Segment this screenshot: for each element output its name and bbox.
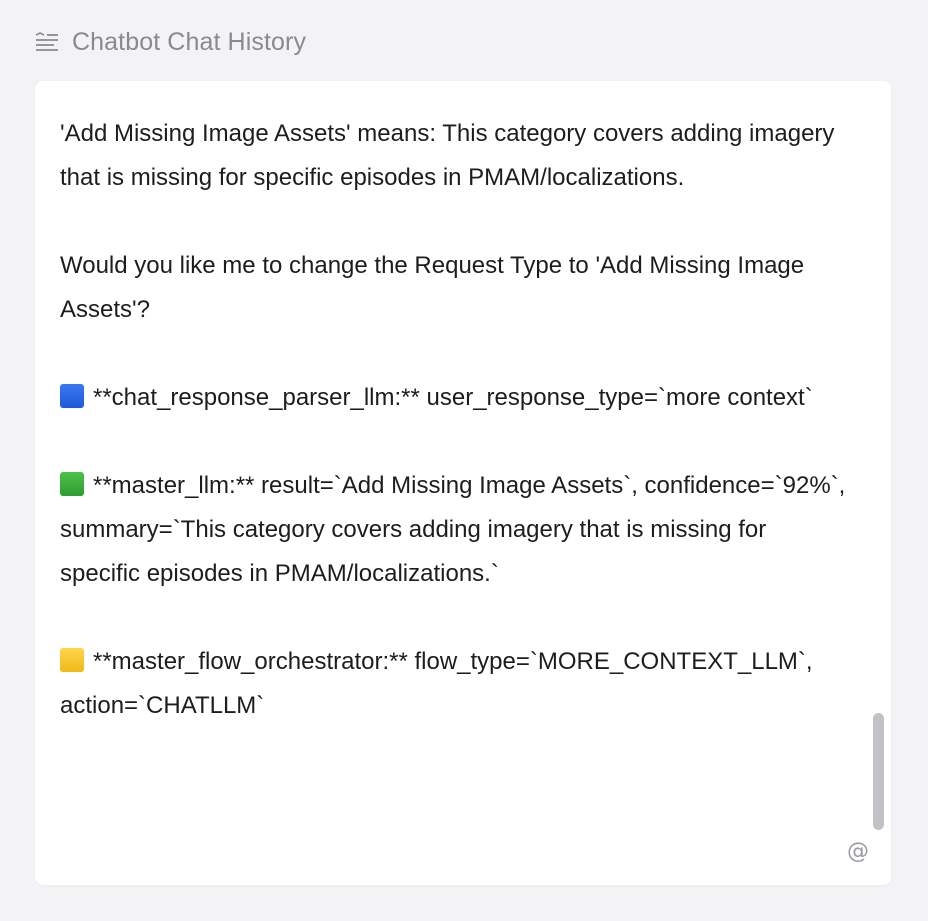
- log-entry-text: **master_llm:** result=`Add Missing Imag…: [60, 472, 852, 587]
- log-entry-master: **master_llm:** result=`Add Missing Imag…: [60, 464, 850, 596]
- scrollbar-thumb[interactable]: [873, 713, 884, 830]
- message-paragraph: Would you like me to change the Request …: [60, 252, 810, 323]
- message-list: 'Add Missing Image Assets' means: This c…: [60, 112, 850, 728]
- log-entry-parser: **chat_response_parser_llm:** user_respo…: [60, 376, 850, 420]
- message-paragraph: 'Add Missing Image Assets' means: This c…: [60, 120, 842, 191]
- log-entry-orchestrator: **master_flow_orchestrator:** flow_type=…: [60, 640, 850, 728]
- blue-square-icon: [60, 384, 84, 408]
- at-icon[interactable]: @: [847, 839, 869, 864]
- log-entry-text: **master_flow_orchestrator:** flow_type=…: [60, 648, 820, 719]
- chat-history-panel[interactable]: 'Add Missing Image Assets' means: This c…: [35, 81, 891, 885]
- notes-list-icon: [34, 31, 60, 53]
- chat-history-header: Chatbot Chat History: [34, 26, 306, 58]
- log-entry-text: **chat_response_parser_llm:** user_respo…: [93, 384, 813, 411]
- yellow-square-icon: [60, 648, 84, 672]
- page-title: Chatbot Chat History: [72, 27, 307, 56]
- green-square-icon: [60, 472, 84, 496]
